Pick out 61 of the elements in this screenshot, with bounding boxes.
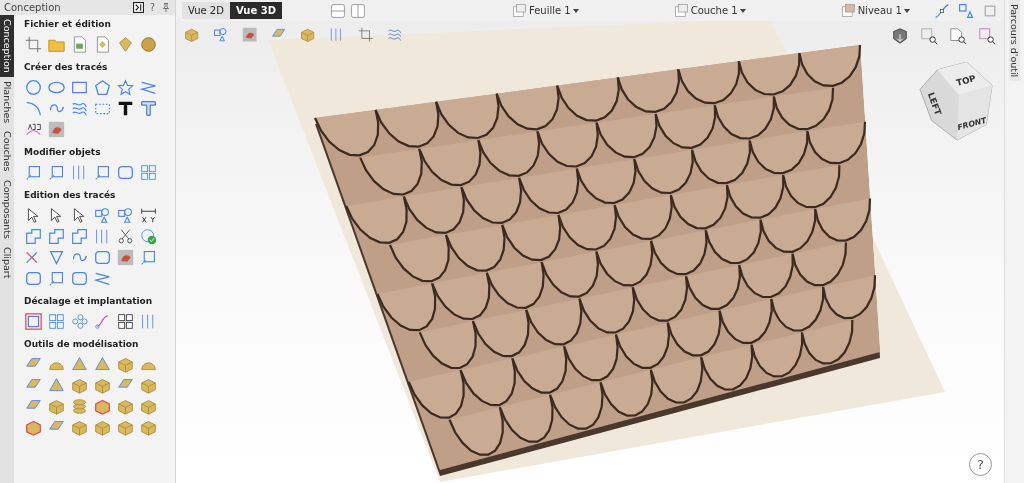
bounded-block-icon[interactable] — [93, 397, 112, 416]
measure-icon[interactable] — [139, 206, 158, 225]
vee-icon[interactable] — [47, 248, 66, 267]
zoom-selection-icon[interactable] — [920, 27, 938, 45]
shapes-icon[interactable] — [116, 206, 135, 225]
layer-icon — [840, 3, 856, 18]
view-tab[interactable]: Vue 3D — [229, 2, 282, 19]
layer-icon — [673, 3, 689, 18]
arc-icon[interactable] — [24, 99, 43, 118]
layer-dropdown[interactable]: Couche 1 — [673, 3, 746, 18]
node-snap-icon[interactable] — [934, 2, 950, 19]
view-down-icon[interactable] — [891, 27, 909, 45]
union-icon[interactable] — [24, 227, 43, 246]
help-button[interactable]: ? — [969, 453, 992, 476]
shape-snap-icon[interactable] — [958, 2, 974, 19]
stack-icon[interactable] — [70, 397, 89, 416]
image-icon[interactable] — [242, 27, 260, 45]
cube-icon[interactable] — [116, 418, 135, 437]
panel-title: Conception — [4, 2, 62, 13]
section-title: Décalage et implantation — [24, 296, 154, 307]
side-tab[interactable]: Clipart — [0, 242, 14, 282]
side-tab[interactable]: Parcours d'outil — [1009, 0, 1020, 82]
star-icon[interactable] — [116, 78, 135, 97]
sphere-icon[interactable] — [139, 35, 158, 54]
rounded-rectangle-icon[interactable] — [24, 269, 43, 288]
grid-icon[interactable] — [47, 312, 66, 331]
side-tab[interactable]: Composants — [0, 175, 14, 243]
circle-array-icon[interactable] — [70, 312, 89, 331]
side-tab[interactable]: Conception — [0, 15, 14, 77]
layer-dropdown[interactable]: Feuille 1 — [511, 3, 579, 18]
zoom-extents-icon[interactable] — [978, 27, 996, 45]
section-title: Fichier et édition — [24, 19, 112, 30]
layer-icon — [511, 3, 527, 18]
gem-icon[interactable] — [116, 35, 135, 54]
section-title: Créer des tracés — [24, 62, 109, 73]
caret-icon — [904, 7, 910, 14]
collapse-icon[interactable] — [132, 2, 144, 13]
section-title: Modifier objets — [24, 147, 102, 158]
side-tab[interactable]: Couches — [0, 127, 14, 176]
pin-icon[interactable] — [161, 2, 171, 13]
zoom-page-icon[interactable] — [949, 27, 967, 45]
caret-icon — [739, 7, 746, 14]
offset-icon[interactable] — [24, 312, 43, 331]
group-icon[interactable] — [93, 206, 112, 225]
outline-text-icon[interactable] — [139, 99, 158, 118]
section-title: Edition des tracés — [24, 190, 117, 201]
split-horizontal-icon[interactable] — [329, 2, 346, 19]
crop-marks-icon[interactable] — [24, 35, 43, 54]
scissors-icon[interactable] — [116, 227, 135, 246]
crop-icon[interactable] — [358, 27, 376, 45]
help-button[interactable]: ? — [149, 2, 155, 13]
circle-icon[interactable] — [24, 78, 43, 97]
layer-dropdown[interactable]: Niveau 1 — [840, 3, 910, 18]
split-vertical-icon[interactable] — [349, 2, 366, 19]
text-icon[interactable] — [116, 99, 135, 118]
section-title: Outils de modélisation — [24, 339, 140, 350]
side-tab[interactable]: Planches — [0, 76, 14, 127]
bitmap-icon[interactable] — [47, 120, 66, 139]
view-tab[interactable]: Vue 2D — [182, 2, 230, 19]
validate-icon[interactable] — [139, 227, 158, 246]
caret-icon — [572, 7, 579, 14]
